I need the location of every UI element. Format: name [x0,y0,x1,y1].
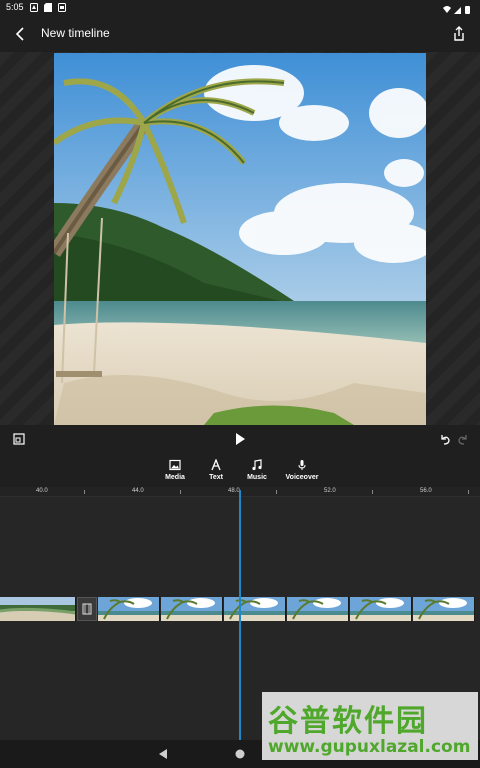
aspect-ratio-icon[interactable] [13,433,25,445]
ruler-label: 52.0 [324,488,336,494]
editing-tools: Media Text Music Voiceover [0,453,480,487]
connectivity-icons [443,6,470,14]
ruler-tick [180,490,181,494]
status-bar: 5:05 [0,0,480,16]
sim-icon [58,3,66,12]
redo-icon[interactable] [457,433,469,445]
nav-home-icon[interactable] [233,747,247,761]
film-icon [82,603,92,615]
clip-thumbnail [98,597,160,621]
microphone-icon [298,460,306,470]
undo-icon[interactable] [439,433,451,445]
tool-voiceover-label: Voiceover [285,474,319,481]
clip-thumbnail [287,597,349,621]
clip-transition-handle[interactable] [77,597,97,621]
back-arrow-icon[interactable] [12,25,30,43]
page-title: New timeline [41,26,110,40]
ruler-label: 56.0 [420,488,432,494]
status-time: 5:05 [6,2,24,12]
notification-icon [30,3,38,12]
timeline-playhead[interactable] [239,490,241,742]
clip-thumbnail [161,597,223,621]
battery-icon [465,6,470,14]
playback-controls [0,425,480,453]
sd-card-icon [44,3,52,12]
watermark-brand: 谷普软件园 [268,704,428,739]
preview-frame[interactable] [54,53,426,425]
share-icon[interactable] [450,25,468,43]
signal-icon [454,7,461,14]
watermark-overlay: 谷普软件园 www.gupuxlazal.com [262,692,478,760]
wifi-icon [443,6,451,13]
beach-image [54,53,426,425]
ruler-tick [84,490,85,494]
clip-thumbnail [0,597,76,621]
ruler-tick [372,490,373,494]
watermark-url: www.gupuxlazal.com [268,737,471,757]
ruler-label: 48.0 [228,488,240,494]
image-icon [169,459,181,471]
ruler-tick [276,490,277,494]
clip-thumbnail [224,597,286,621]
app-bar: New timeline [0,16,480,52]
text-icon [211,459,221,471]
tool-music-button[interactable]: Music [232,459,282,487]
tool-music-label: Music [247,474,267,481]
clip-thumbnail [413,597,475,621]
music-note-icon [252,459,262,471]
ruler-tick [468,490,469,494]
video-preview-area [0,52,480,425]
ruler-label: 44.0 [132,488,144,494]
play-icon[interactable] [233,432,247,446]
clip-thumbnail [350,597,412,621]
nav-back-icon[interactable] [156,747,170,761]
tool-voiceover-button[interactable]: Voiceover [277,459,327,487]
ruler-label: 40.0 [36,488,48,494]
